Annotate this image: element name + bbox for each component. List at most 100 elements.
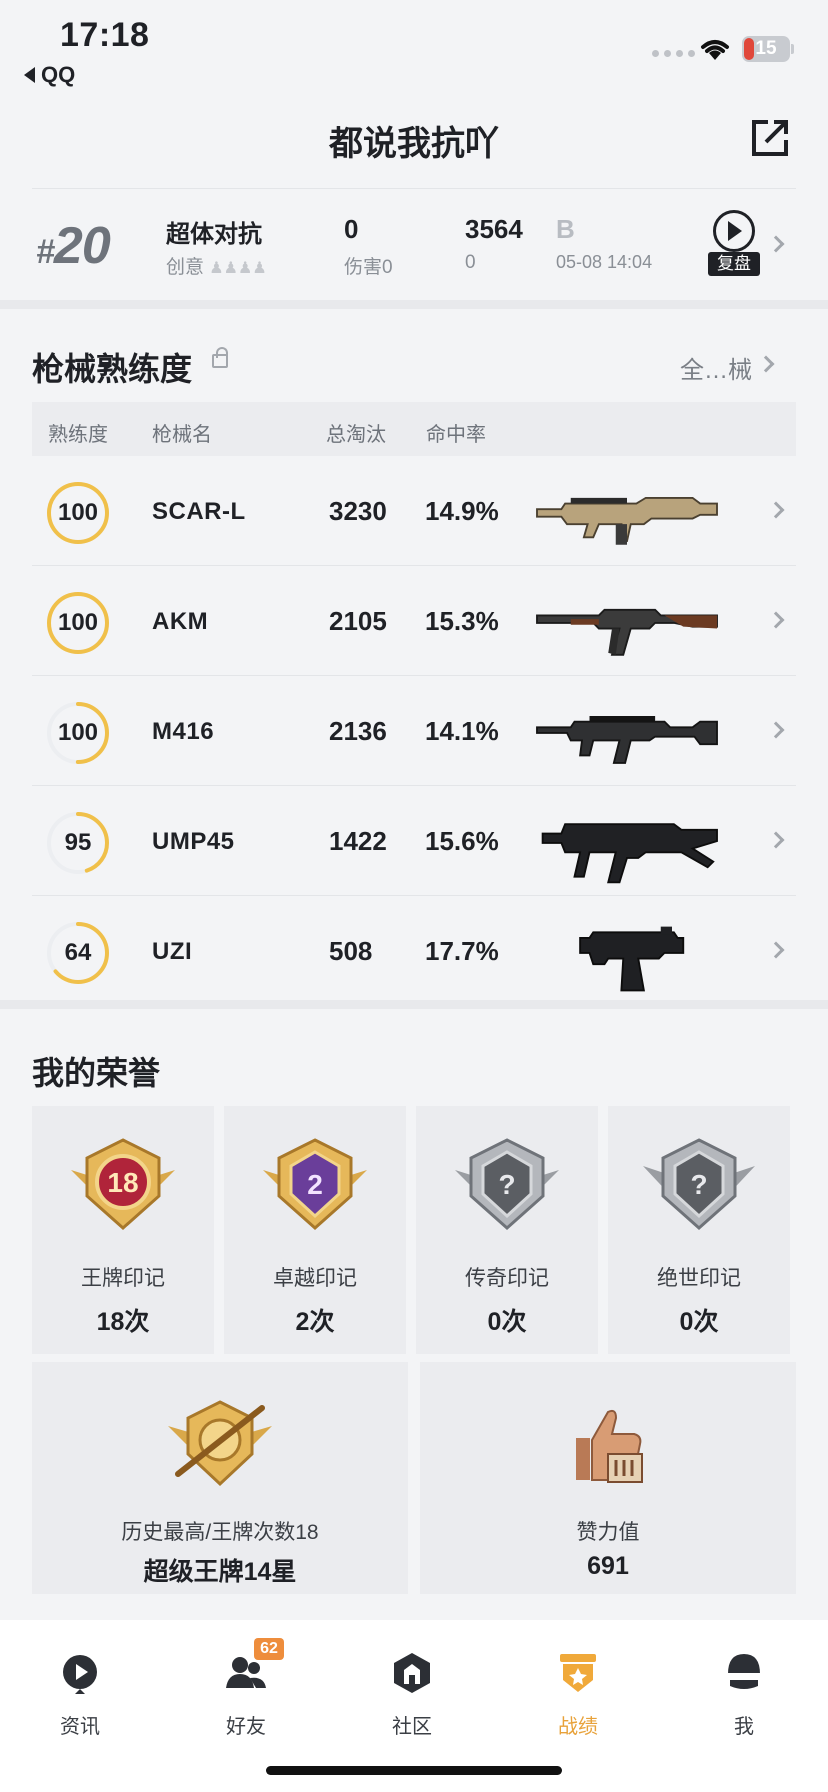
- honor-label: 绝世印记: [657, 1267, 741, 1290]
- weapon-row[interactable]: 95 UMP45 1422 15.6%: [32, 786, 796, 896]
- chevron-right-icon: [757, 355, 775, 373]
- friends-badge: 62: [254, 1638, 284, 1660]
- weapon-image: [579, 926, 685, 992]
- honor-count: 0次: [679, 1308, 719, 1336]
- cellular-signal-icon: [652, 50, 695, 57]
- weapon-accuracy: 17.7%: [425, 936, 499, 966]
- weapon-name: UMP45: [152, 828, 235, 855]
- page-title: 都说我抗吖: [329, 125, 499, 163]
- weapon-table-header: [32, 402, 796, 456]
- likes-card[interactable]: 赞力值 691: [420, 1362, 796, 1594]
- likes-label: 赞力值: [576, 1521, 640, 1544]
- back-app-label: QQ: [41, 62, 76, 87]
- weapon-accuracy: 14.9%: [425, 496, 499, 526]
- col-weapon-name: 枪械名: [152, 424, 212, 446]
- tab-record[interactable]: 战绩: [528, 1640, 628, 1750]
- proficiency-ring: [47, 812, 109, 874]
- match-datetime: 05-08 14:04: [556, 252, 653, 272]
- honor-count: 2次: [295, 1308, 335, 1336]
- svg-text:2: 2: [307, 1169, 323, 1200]
- profile-icon: [728, 1654, 760, 1689]
- honor-label: 传奇印记: [465, 1267, 549, 1290]
- svg-text:?: ?: [498, 1169, 515, 1200]
- weapon-total-kills: 3230: [329, 496, 387, 526]
- weapon-row[interactable]: 100 M416 2136 14.1%: [32, 676, 796, 786]
- proficiency-ring: [47, 592, 109, 654]
- excellent-emblem-icon: 2: [263, 1138, 367, 1231]
- tab-community[interactable]: 社区: [362, 1640, 462, 1750]
- lock-icon: [212, 347, 228, 368]
- share-icon[interactable]: [748, 116, 792, 160]
- svg-text:18: 18: [107, 1167, 138, 1198]
- weapon-image: [536, 716, 718, 764]
- news-icon: [63, 1655, 97, 1694]
- chevron-right-icon: [767, 611, 785, 629]
- tab-label: 资讯: [60, 1716, 100, 1738]
- weapon-image: [536, 496, 718, 545]
- match-rank: #20: [36, 217, 111, 275]
- weapon-image: [541, 823, 718, 884]
- weapon-row[interactable]: 64 UZI 508 17.7%: [32, 896, 796, 1006]
- chevron-right-icon: [767, 941, 785, 959]
- honor-count: 0次: [487, 1308, 527, 1336]
- tab-profile[interactable]: 我: [694, 1640, 794, 1750]
- col-total-kills: 总淘汰: [326, 424, 386, 446]
- replay-button[interactable]: 复盘: [708, 210, 760, 276]
- match-score: 3564: [465, 214, 523, 244]
- weapon-name: UZI: [152, 938, 193, 965]
- honor-card-excellent[interactable]: 2 卓越印记 2次: [224, 1106, 406, 1354]
- weapon-name: AKM: [152, 608, 209, 635]
- section-separator: [0, 1000, 828, 1009]
- honor-count: 18次: [96, 1308, 150, 1336]
- community-icon: [394, 1653, 430, 1693]
- section-separator: [0, 300, 828, 309]
- thumbs-up-icon: [576, 1409, 643, 1483]
- legend-emblem-icon: ?: [455, 1138, 559, 1231]
- honors-section-title: 我的荣誉: [32, 1055, 161, 1091]
- honor-card-legend[interactable]: ? 传奇印记 0次: [416, 1106, 598, 1354]
- tab-label: 社区: [392, 1716, 432, 1738]
- status-time: 17:18: [60, 16, 150, 54]
- weapon-name: SCAR-L: [152, 498, 246, 525]
- tab-news[interactable]: 资讯: [30, 1640, 130, 1750]
- honor-card-peerless[interactable]: ? 绝世印记 0次: [608, 1106, 790, 1354]
- record-icon: [560, 1654, 596, 1692]
- ace-emblem-icon: 18: [71, 1138, 175, 1231]
- wifi-icon: [701, 40, 729, 60]
- col-accuracy: 命中率: [426, 424, 486, 446]
- likes-value: 691: [587, 1552, 629, 1580]
- back-to-app-button[interactable]: QQ: [24, 62, 75, 88]
- weapon-total-kills: 508: [329, 936, 373, 966]
- weapon-accuracy: 15.6%: [425, 826, 499, 856]
- battery-level: 15: [755, 38, 777, 59]
- col-proficiency: 熟练度: [48, 424, 108, 446]
- match-damage: 伤害0: [344, 257, 393, 278]
- chevron-right-icon: [767, 721, 785, 739]
- honor-card-ace[interactable]: 18 王牌印记 18次: [32, 1106, 214, 1354]
- highest-tier-card[interactable]: 历史最高/王牌次数18 超级王牌14星: [32, 1362, 408, 1594]
- weapon-row[interactable]: 100 AKM 2105 15.3%: [32, 566, 796, 676]
- super-ace-emblem-icon: [168, 1400, 272, 1487]
- recent-match-row[interactable]: [0, 190, 828, 300]
- match-tier: B: [556, 214, 575, 244]
- match-mode: 超体对抗: [166, 221, 262, 248]
- weapon-total-kills: 2105: [329, 606, 387, 636]
- honor-label: 卓越印记: [273, 1267, 357, 1290]
- weapon-accuracy: 14.1%: [425, 716, 499, 746]
- players-icon: ♟♟♟♟: [209, 260, 267, 277]
- all-weapons-link[interactable]: 全…械: [680, 350, 752, 385]
- weapon-total-kills: 1422: [329, 826, 387, 856]
- weapon-section-title: 枪械熟练度: [32, 351, 193, 387]
- replay-label: 复盘: [708, 252, 760, 276]
- weapon-name: M416: [152, 718, 215, 745]
- weapon-accuracy: 15.3%: [425, 606, 499, 636]
- proficiency-ring: [47, 922, 109, 984]
- weapon-row[interactable]: 100 SCAR-L 3230 14.9%: [32, 456, 796, 566]
- battery-tip: [791, 44, 794, 54]
- proficiency-ring: [47, 482, 109, 544]
- tab-friends[interactable]: 62 好友: [196, 1638, 296, 1750]
- highest-tier-label: 历史最高/王牌次数18: [121, 1521, 319, 1544]
- tab-label: 我: [734, 1716, 754, 1738]
- chevron-right-icon: [767, 501, 785, 519]
- chevron-right-icon: [767, 831, 785, 849]
